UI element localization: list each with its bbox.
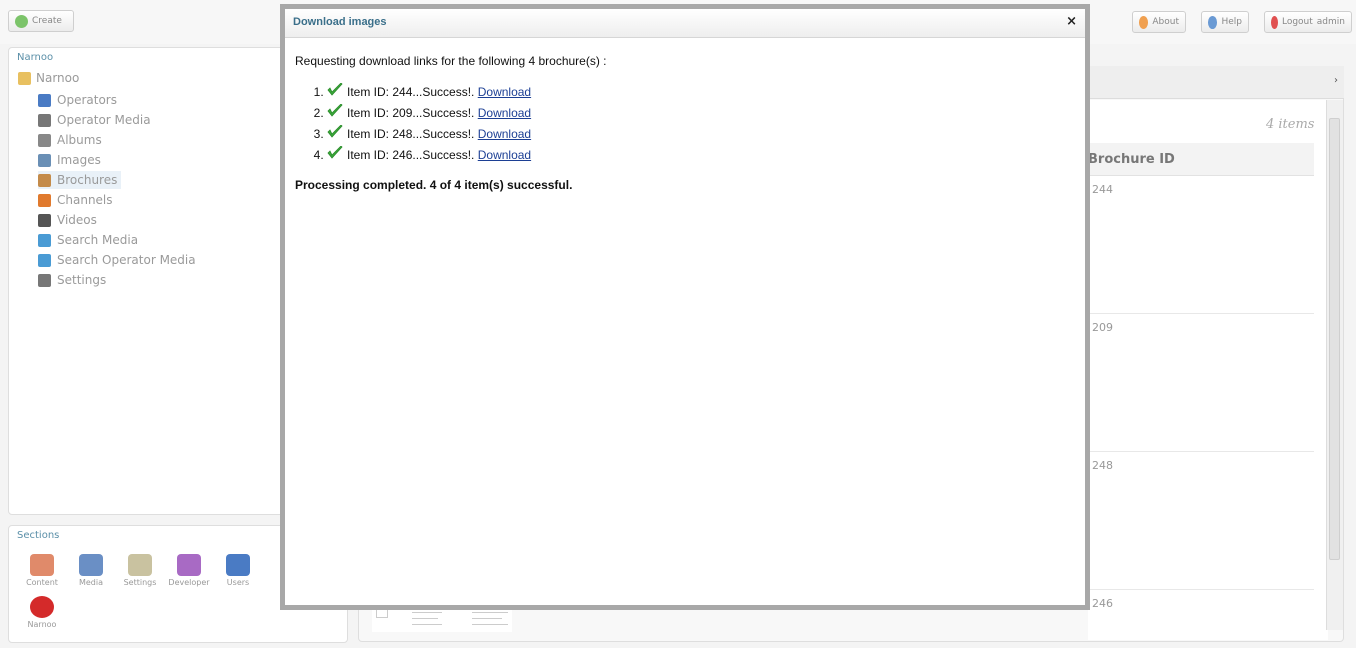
tree-item-label: Videos bbox=[57, 213, 97, 227]
result-text: Item ID: 248...Success!. bbox=[347, 127, 475, 141]
content-toolbar: › bbox=[1088, 66, 1344, 99]
media-icon bbox=[38, 113, 51, 127]
tree-item-search-operator-media[interactable]: Search Operator Media bbox=[38, 251, 196, 269]
tree-item-operator-media[interactable]: Operator Media bbox=[38, 111, 151, 129]
tree-item-brochures[interactable]: Brochures bbox=[38, 171, 122, 189]
brochure-icon bbox=[38, 173, 51, 187]
tree-item-label: Channels bbox=[57, 193, 113, 207]
tree-item-search-media[interactable]: Search Media bbox=[38, 231, 138, 249]
close-icon[interactable]: × bbox=[1066, 14, 1077, 29]
download-link[interactable]: Download bbox=[478, 85, 531, 99]
tree-item-label: Settings bbox=[57, 273, 107, 287]
section-label: Content bbox=[26, 578, 58, 587]
vertical-scrollbar[interactable] bbox=[1326, 100, 1343, 630]
scrollbar-thumb[interactable] bbox=[1329, 118, 1340, 560]
brochure-id-cell[interactable]: 248 bbox=[1092, 459, 1113, 472]
download-link[interactable]: Download bbox=[478, 148, 531, 162]
info-icon bbox=[1139, 15, 1149, 29]
section-label: Developer bbox=[168, 578, 210, 587]
tree-item-albums[interactable]: Albums bbox=[38, 131, 102, 149]
section-label: Settings bbox=[123, 578, 157, 587]
download-link[interactable]: Download bbox=[478, 127, 531, 141]
logout-button[interactable]: Logout admin bbox=[1264, 11, 1352, 33]
result-text: Item ID: 246...Success!. bbox=[347, 148, 475, 162]
intro-text: Requesting download links for the follow… bbox=[295, 54, 607, 68]
tree-item-label: Brochures bbox=[57, 173, 118, 187]
tree-item-label: Search Media bbox=[57, 233, 139, 247]
section-media[interactable]: Media bbox=[69, 554, 113, 587]
section-narnoo[interactable]: Narnoo bbox=[20, 596, 64, 629]
list-area bbox=[1088, 100, 1328, 640]
checkmark-icon bbox=[327, 104, 343, 117]
channel-icon bbox=[38, 193, 51, 207]
dialog-header: Download images × bbox=[285, 9, 1085, 38]
help-button[interactable]: Help bbox=[1201, 11, 1249, 33]
create-button[interactable]: Create bbox=[8, 10, 74, 32]
brochure-id-cell[interactable]: 209 bbox=[1092, 321, 1113, 334]
content-icon bbox=[30, 554, 54, 576]
tree-item-channels[interactable]: Channels bbox=[38, 191, 113, 209]
narnoo-icon bbox=[30, 596, 54, 618]
section-label: Users bbox=[226, 578, 250, 587]
row-divider bbox=[1088, 313, 1314, 314]
result-text: Item ID: 244...Success!. bbox=[347, 85, 475, 99]
tree-item-videos[interactable]: Videos bbox=[38, 211, 97, 229]
tree-item-label: Images bbox=[57, 153, 101, 167]
summary-text: Processing completed. 4 of 4 item(s) suc… bbox=[295, 178, 573, 192]
add-icon bbox=[15, 14, 28, 28]
tree-item-label: Albums bbox=[57, 133, 102, 147]
result-item: Item ID: 246...Success!. Download bbox=[327, 145, 1075, 166]
row-divider bbox=[1088, 589, 1314, 590]
dialog-body: Requesting download links for the follow… bbox=[285, 38, 1085, 208]
album-icon bbox=[38, 133, 51, 147]
result-item: Item ID: 244...Success!. Download bbox=[327, 82, 1075, 103]
developer-icon bbox=[177, 554, 201, 576]
dialog-title: Download images bbox=[293, 16, 387, 28]
result-text: Item ID: 209...Success!. bbox=[347, 106, 475, 120]
download-images-dialog: Download images × Requesting download li… bbox=[280, 4, 1090, 610]
about-button[interactable]: About bbox=[1132, 11, 1186, 33]
users-icon bbox=[226, 554, 250, 576]
brochure-id-column-header[interactable]: Brochure ID bbox=[1088, 143, 1314, 176]
checkmark-icon bbox=[327, 125, 343, 138]
settings-icon bbox=[128, 554, 152, 576]
folder-icon bbox=[18, 71, 31, 85]
tree-item-label: Operators bbox=[57, 93, 117, 107]
tree-item-images[interactable]: Images bbox=[38, 151, 101, 169]
section-content[interactable]: Content bbox=[20, 554, 64, 587]
checkmark-icon bbox=[327, 83, 343, 96]
section-label: Narnoo bbox=[27, 620, 57, 629]
section-developer[interactable]: Developer bbox=[167, 554, 211, 587]
user-icon bbox=[38, 93, 51, 107]
brochure-id-cell[interactable]: 244 bbox=[1092, 183, 1113, 196]
help-icon bbox=[1208, 15, 1218, 29]
tools-icon bbox=[38, 273, 51, 287]
brochure-id-cell[interactable]: 246 bbox=[1092, 597, 1113, 610]
search-icon bbox=[38, 233, 51, 247]
section-settings[interactable]: Settings bbox=[118, 554, 162, 587]
chevron-right-icon[interactable]: › bbox=[1334, 75, 1338, 86]
logout-icon bbox=[1271, 15, 1278, 29]
items-count: 4 items bbox=[1266, 117, 1315, 132]
result-item: Item ID: 248...Success!. Download bbox=[327, 124, 1075, 145]
download-link[interactable]: Download bbox=[478, 106, 531, 120]
tree-item-settings[interactable]: Settings bbox=[38, 271, 106, 289]
row-divider bbox=[1088, 451, 1314, 452]
media-icon bbox=[79, 554, 103, 576]
image-icon bbox=[38, 153, 51, 167]
section-label: Media bbox=[78, 578, 104, 587]
tree-item-label: Search Operator Media bbox=[57, 253, 196, 267]
video-icon bbox=[38, 213, 51, 227]
tree-item-label: Operator Media bbox=[57, 113, 151, 127]
tree-root[interactable]: Narnoo bbox=[18, 71, 79, 85]
checkmark-icon bbox=[327, 146, 343, 159]
search-icon bbox=[38, 253, 51, 267]
results-list: Item ID: 244...Success!. DownloadItem ID… bbox=[295, 82, 1075, 166]
section-users[interactable]: Users bbox=[216, 554, 260, 587]
tree-item-operators[interactable]: Operators bbox=[38, 91, 117, 109]
result-item: Item ID: 209...Success!. Download bbox=[327, 103, 1075, 124]
